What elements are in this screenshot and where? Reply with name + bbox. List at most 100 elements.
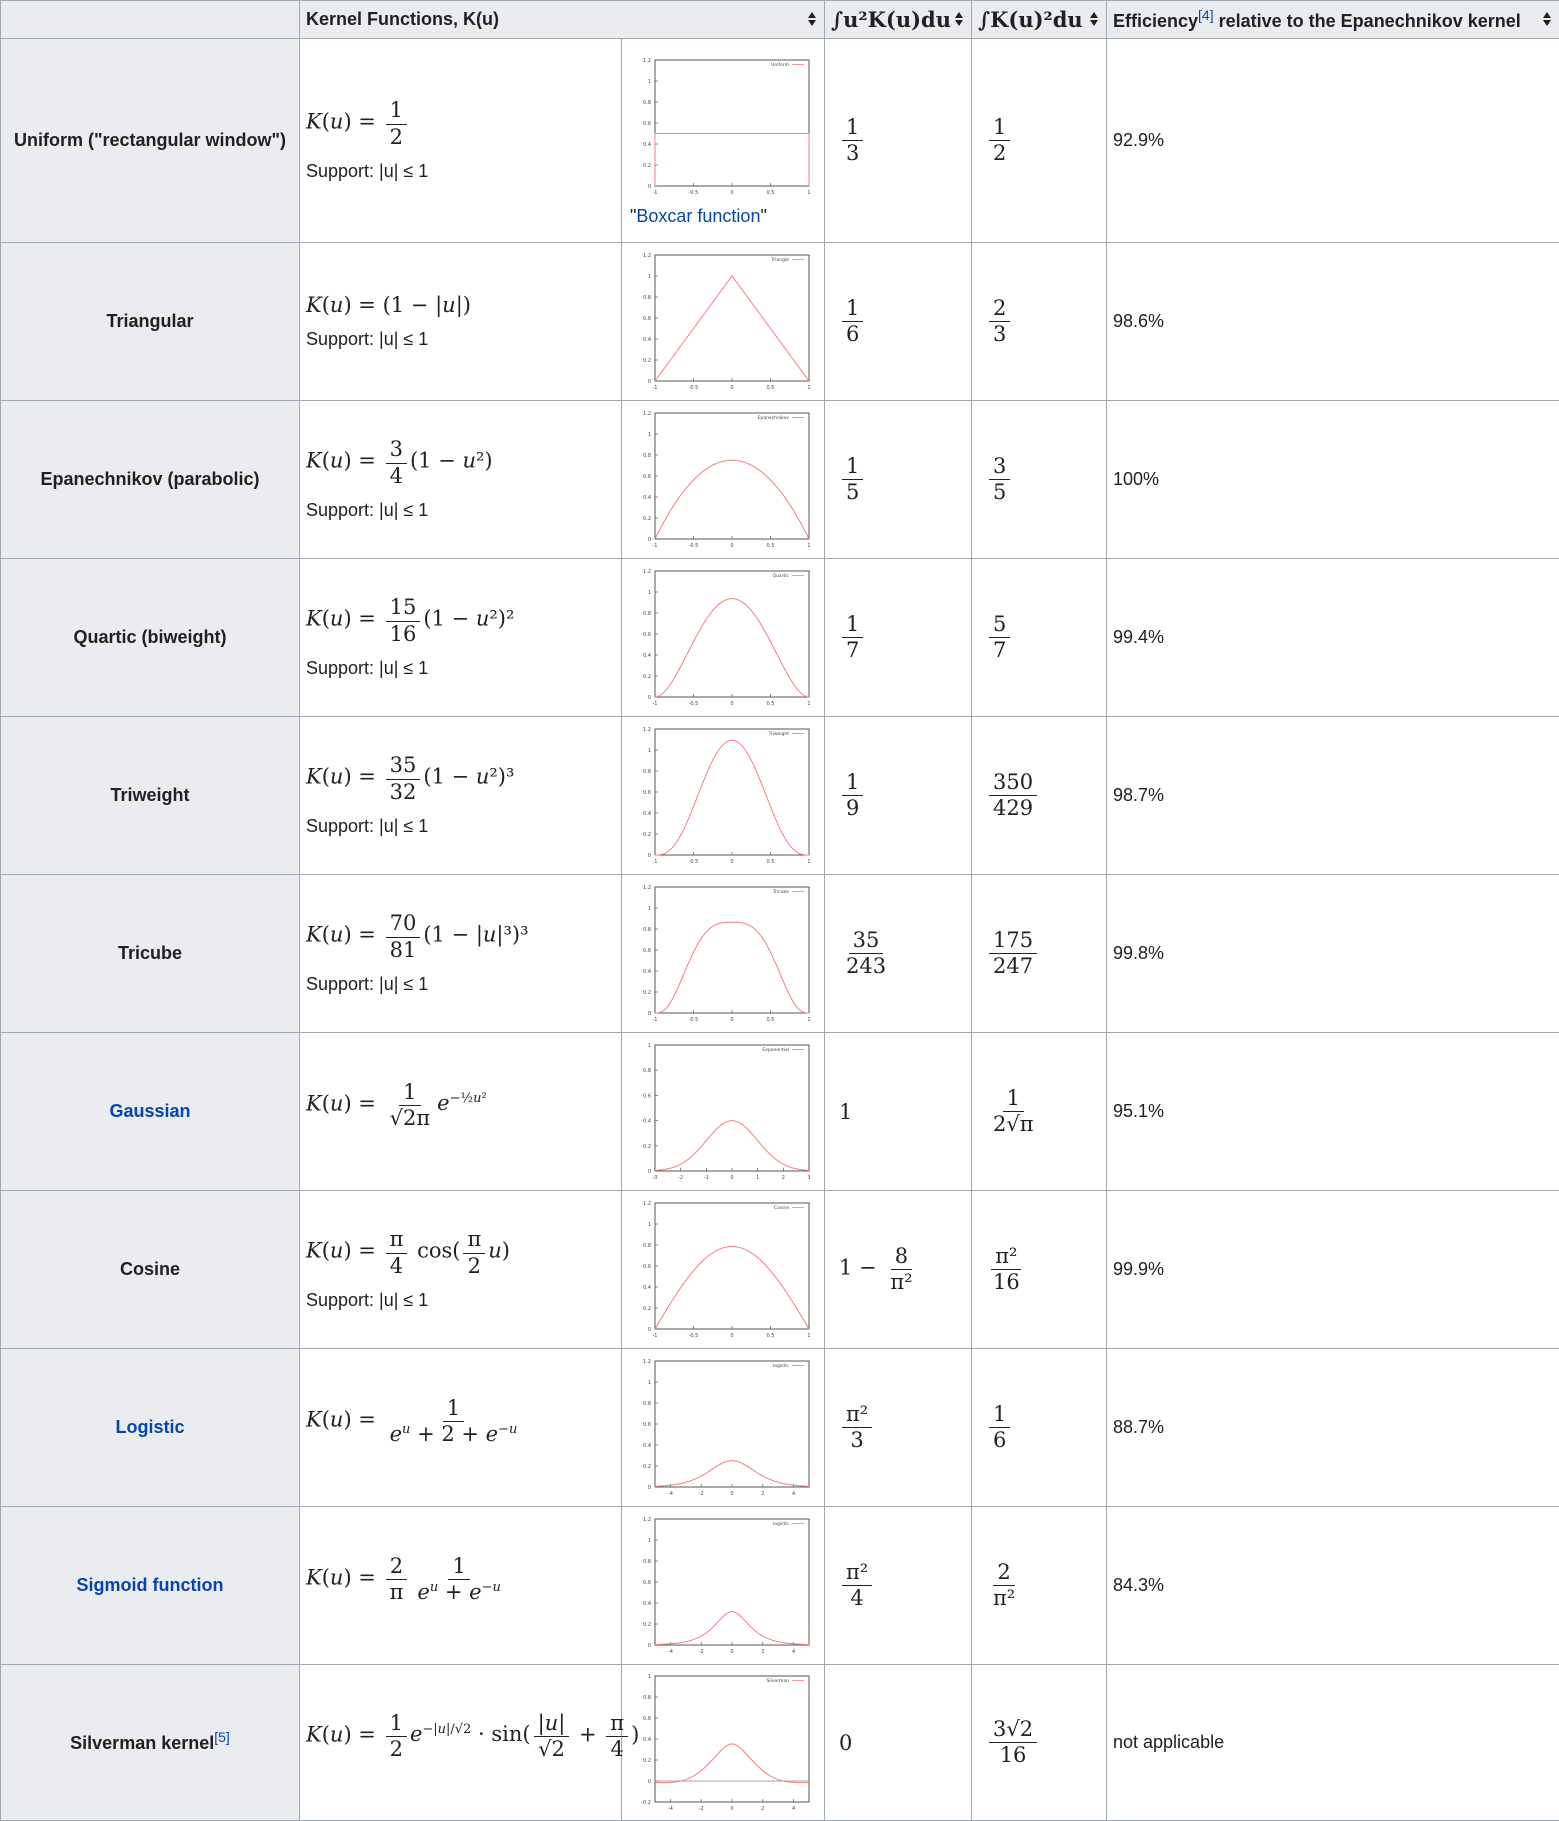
norm-value: 57 [972,559,1107,717]
y-tick-label: 0.6 [643,1580,651,1586]
y-tick-label: 1 [648,1222,651,1228]
kernel-name-text: Uniform ("rectangular window") [14,130,286,150]
legend-label: Triangle [770,257,789,263]
kernel-formula: K(u) = 12Support: |u| ≤ 1 [300,39,622,243]
legend-label: logistic [773,1363,789,1369]
y-tick-label: 1.2 [643,727,651,733]
kernel-plot[interactable]: 00.20.40.60.811.2-1-0.500.51Tricube [629,881,817,1027]
support-text: Support: |u| ≤ 1 [306,816,615,837]
kernel-plot[interactable]: 00.20.40.60.811.2-1-0.500.51Triweight [629,723,817,869]
sort-icon[interactable] [1543,10,1551,28]
legend-label: Silverman [766,1678,789,1684]
header-row: Kernel Functions, K(u) ∫u²K(u)du ∫K(u)²d… [1,1,1559,39]
header-efficiency[interactable]: Efficiency[4] relative to the Epanechnik… [1107,1,1559,39]
reference-link[interactable]: [5] [214,1729,230,1745]
kernel-plot-cell: 00.20.40.60.811.2-4-2024logistic [622,1349,825,1507]
y-tick-label: 0.4 [643,1285,651,1291]
kernel-plot[interactable]: 00.20.40.60.811.2-1-0.500.51Triangle [629,249,817,395]
kernel-formula: K(u) = 3532(1 − u²)³Support: |u| ≤ 1 [300,717,622,875]
sort-icon[interactable] [955,10,963,28]
kernel-plot-cell: -0.200.20.40.60.81-4-2024Silverman [622,1665,825,1821]
x-tick-label: -1 [704,1175,709,1181]
y-tick-label: 0.2 [643,358,651,364]
moment-value: 16 [825,243,972,401]
kernel-plot[interactable]: -0.200.20.40.60.81-4-2024Silverman [629,1670,817,1816]
efficiency-value: 99.4% [1107,559,1559,717]
kernel-name-text: Cosine [120,1259,180,1279]
kernel-plot[interactable]: 00.20.40.60.811.2-1-0.500.51Uniform [629,54,817,200]
y-tick-label: 0 [648,853,651,859]
kernel-name[interactable]: Gaussian [1,1033,300,1191]
y-tick-label: 1.2 [643,58,651,64]
caption-link[interactable]: Boxcar function [636,206,760,226]
kernel-plot[interactable]: 00.20.40.60.811.2-1-0.500.51Cosine [629,1197,817,1343]
legend-label: Epanechnikov [758,415,790,421]
kernel-plot[interactable]: 00.20.40.60.811.2-1-0.500.51Epanechnikov [629,407,817,553]
legend-label: Tricube [772,889,789,895]
kernel-name[interactable]: Sigmoid function [1,1507,300,1665]
kernel-formula: K(u) = 34(1 − u²)Support: |u| ≤ 1 [300,401,622,559]
kernel-name-text[interactable]: Sigmoid function [77,1575,224,1595]
y-tick-label: 0.2 [643,1143,651,1149]
kernel-plot-cell: 00.20.40.60.811.2-1-0.500.51Cosine [622,1191,825,1349]
kernel-name: Silverman kernel[5] [1,1665,300,1821]
x-tick-label: 0.5 [767,1333,775,1339]
efficiency-value: not applicable [1107,1665,1559,1821]
x-tick-label: -0.5 [689,385,699,391]
kernel-plot[interactable]: 00.20.40.60.811.2-1-0.500.51Quartic [629,565,817,711]
kernel-formula: K(u) = 7081(1 − |u|³)³Support: |u| ≤ 1 [300,875,622,1033]
x-tick-label: -0.5 [689,1333,699,1339]
kernel-name[interactable]: Logistic [1,1349,300,1507]
table-row: Quartic (biweight)K(u) = 1516(1 − u²)²Su… [1,559,1559,717]
y-tick-label: 0.2 [643,516,651,522]
y-tick-label: 1 [648,1380,651,1386]
header-kernel[interactable]: Kernel Functions, K(u) [300,1,825,39]
x-tick-label: -0.5 [689,1017,699,1023]
kernel-plot[interactable]: 00.20.40.60.81-3-2-10123Exponential [629,1039,817,1185]
x-tick-label: 0 [730,543,733,549]
y-tick-label: 0 [648,1327,651,1333]
x-tick-label: -2 [678,1175,683,1181]
y-tick-label: 1 [648,79,651,85]
header-norm[interactable]: ∫K(u)²du [972,1,1107,39]
reference-link[interactable]: [4] [1198,7,1214,23]
legend-label: Exponential [762,1047,789,1053]
x-tick-label: 0.5 [767,385,775,391]
kernel-plot[interactable]: 00.20.40.60.811.2-4-2024logistic [629,1513,817,1659]
y-tick-label: -0.2 [641,1800,651,1806]
moment-value: 35243 [825,875,972,1033]
norm-value: 12 [972,39,1107,243]
table-row: Tricube K(u) = 7081(1 − |u|³)³Support: |u… [1,875,1559,1033]
x-tick-label: 4 [792,1649,795,1655]
x-tick-label: -1 [653,1333,658,1339]
x-tick-label: 2 [782,1175,785,1181]
plot-frame [655,60,809,186]
table-row: Sigmoid functionK(u) = 2π1eu + e−u00.20.… [1,1507,1559,1665]
sort-icon[interactable] [1090,10,1098,28]
kernel-formula: K(u) = π4 cos(π2u)Support: |u| ≤ 1 [300,1191,622,1349]
x-tick-label: -0.5 [689,859,699,865]
kernel-plot[interactable]: 00.20.40.60.811.2-4-2024logistic [629,1355,817,1501]
header-name [1,1,300,39]
x-tick-label: 0.5 [767,701,775,707]
header-efficiency-prefix: Efficiency [1113,11,1198,31]
y-tick-label: 0 [648,695,651,701]
efficiency-value: 100% [1107,401,1559,559]
formula-expression: K(u) = 12 [306,99,615,148]
y-tick-label: 0.4 [643,811,651,817]
y-tick-label: 0.4 [643,337,651,343]
x-tick-label: 1 [807,385,810,391]
y-tick-label: 1.2 [643,1359,651,1365]
kernel-name-text[interactable]: Gaussian [109,1101,190,1121]
sort-icon[interactable] [808,10,816,28]
header-moment[interactable]: ∫u²K(u)du [825,1,972,39]
x-tick-label: 0 [730,385,733,391]
y-tick-label: 0.8 [643,611,651,617]
efficiency-value: 84.3% [1107,1507,1559,1665]
y-tick-label: 0.6 [643,632,651,638]
x-tick-label: 0 [730,1333,733,1339]
kernel-name-text[interactable]: Logistic [115,1417,184,1437]
moment-value: 17 [825,559,972,717]
kernel-formula: K(u) = 1516(1 − u²)²Support: |u| ≤ 1 [300,559,622,717]
x-tick-label: 1 [756,1175,759,1181]
